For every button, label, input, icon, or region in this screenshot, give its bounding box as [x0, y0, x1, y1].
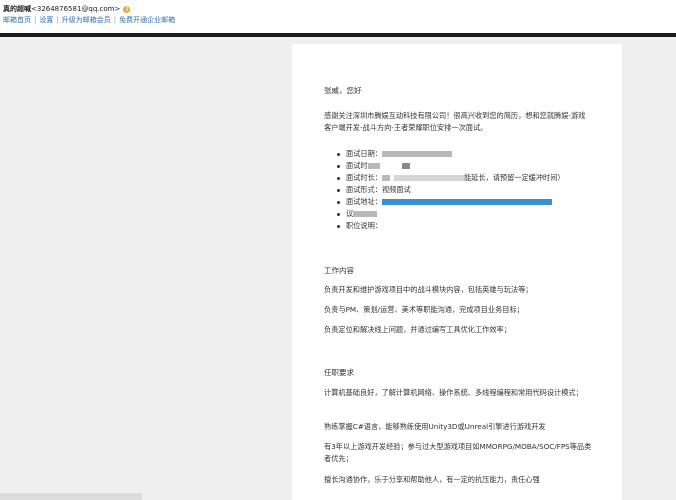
- link-enterprise-mail[interactable]: 免费开通企业邮箱: [119, 16, 175, 24]
- scroll-strip: [0, 493, 142, 500]
- account-name: 真的超喊: [3, 5, 31, 13]
- detail-date: 面试日期：: [337, 148, 596, 160]
- link-separator: |: [56, 16, 59, 24]
- redacted-block: [367, 163, 380, 169]
- top-header: 真的超喊<3264876581@qq.com>! 邮箱首页 | 设置 | 升级为邮箱会员…: [0, 0, 676, 33]
- email-body: 张威，您好 感谢关注深圳市腾娱互动科技有限公司！很高兴收到您的简历，想和您就腾娱…: [292, 44, 622, 500]
- detail-format: 面试形式：视频面试: [337, 184, 596, 196]
- redacted-block: [353, 211, 378, 217]
- redacted-block: [381, 151, 452, 157]
- warning-icon[interactable]: !: [123, 5, 131, 13]
- requirement-item: 熟练掌握C#语言，能够熟练使用Unity3D或Unreal引擎进行游戏开发: [324, 422, 546, 431]
- detail-duration: 面试时长： 能延长，请预留一定缓冲时间）: [337, 172, 596, 184]
- link-upgrade-member[interactable]: 升级为邮箱会员: [62, 16, 111, 24]
- requirement-item: 有3年以上游戏开发经验；参与过大型游戏项目如MMORPG/MOBA/SOC/FP…: [324, 442, 592, 463]
- detail-time: 面试时: [337, 160, 596, 172]
- redacted-block: [381, 175, 390, 181]
- link-separator: |: [34, 16, 37, 24]
- requirements-section-title: 任职要求: [324, 368, 354, 377]
- link-separator: |: [113, 16, 117, 24]
- interview-details: 面试日期： 面试时 面试时长： 能延长，请预留一定缓冲时间） 面试形式：视频面试 …: [337, 148, 596, 232]
- account-email: <3264876581@qq.com>: [31, 5, 121, 13]
- work-section-title: 工作内容: [324, 266, 354, 275]
- redacted-block: [401, 163, 410, 169]
- email-greeting: 张威，您好: [324, 86, 362, 95]
- link-mail-home[interactable]: 邮箱首页: [3, 16, 31, 24]
- redacted-link[interactable]: [381, 199, 552, 205]
- detail-position: 职位说明：: [337, 220, 596, 232]
- email-intro: 感谢关注深圳市腾娱互动科技有限公司！很高兴收到您的简历，想和您就腾娱-游戏客户端…: [324, 111, 586, 132]
- redacted-block: [393, 175, 464, 181]
- detail-meeting: 议: [337, 208, 596, 220]
- header-links: 邮箱首页 | 设置 | 升级为邮箱会员 | 免费开通企业邮箱: [3, 15, 175, 25]
- work-item: 负责开发和维护游戏项目中的战斗模块内容，包括英雄与玩法等；: [324, 285, 533, 294]
- requirement-item: 擅长沟通协作，乐于分享和帮助他人，有一定的抗压能力，责任心强: [324, 475, 540, 484]
- account-line: 真的超喊<3264876581@qq.com>!: [3, 4, 131, 14]
- requirement-item: 计算机基础良好，了解计算机网络、操作系统、多线程编程和常用代码设计模式；: [324, 388, 583, 397]
- link-settings[interactable]: 设置: [39, 16, 53, 24]
- detail-address: 面试地址：: [337, 196, 596, 208]
- work-item: 负责与PM、策划/运营、美术等职能沟通，完成项目业务目标；: [324, 305, 524, 314]
- work-item: 负责定位和解决线上问题，并通过编写工具优化工作效率；: [324, 325, 511, 334]
